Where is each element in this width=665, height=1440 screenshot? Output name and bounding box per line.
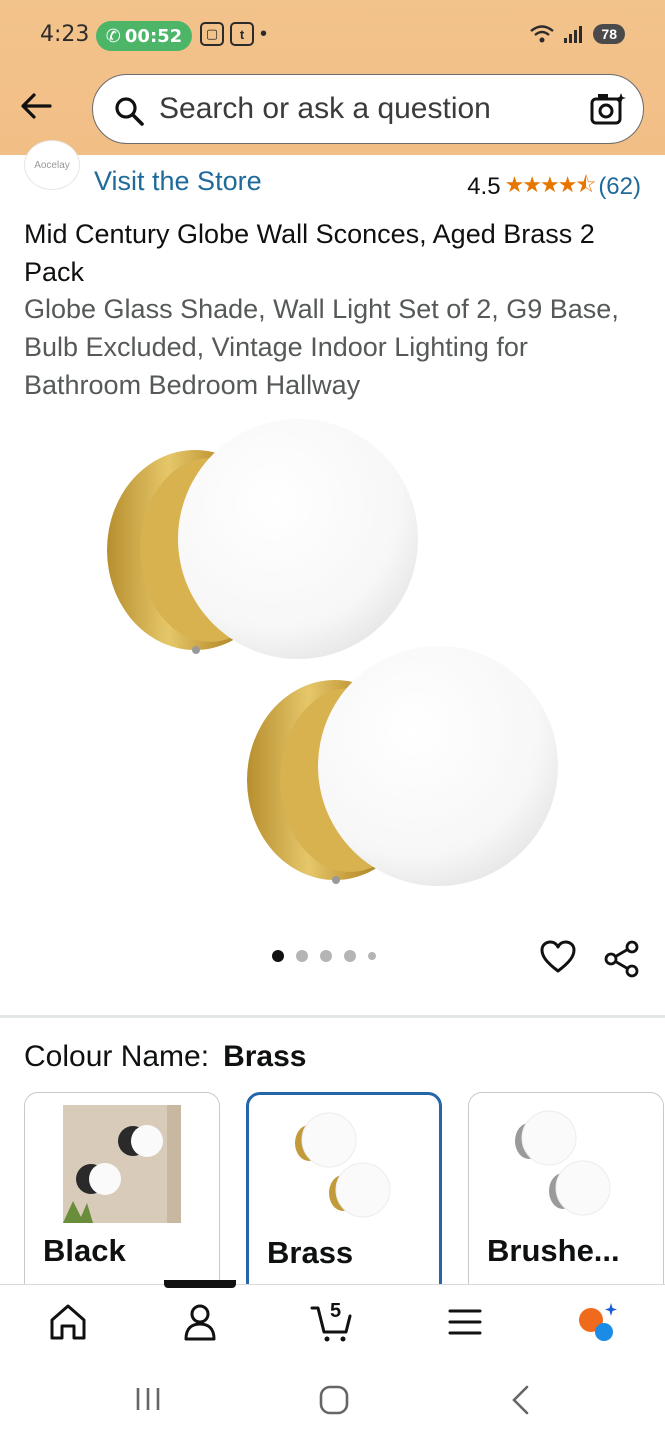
app-notification-icon: t xyxy=(230,22,254,46)
status-bar: 4:23 ✆ 00:52 ▢ t • 78 xyxy=(0,0,665,70)
status-time: 4:23 xyxy=(40,22,90,47)
star-rating-icon: ★★★★⯪ xyxy=(504,172,597,197)
camera-search-icon[interactable] xyxy=(589,91,627,127)
wishlist-heart-icon[interactable] xyxy=(540,940,576,974)
system-back-icon[interactable] xyxy=(508,1384,532,1416)
colour-label: Colour Name: xyxy=(24,1040,210,1073)
search-input[interactable] xyxy=(159,89,579,129)
call-timer-pill[interactable]: ✆ 00:52 xyxy=(96,21,192,51)
product-image[interactable] xyxy=(100,410,570,900)
share-icon[interactable] xyxy=(604,940,640,978)
section-divider xyxy=(0,1015,665,1018)
recent-apps-icon[interactable] xyxy=(134,1384,162,1414)
colour-option-label: Brass xyxy=(267,1235,354,1270)
tab-active-indicator xyxy=(164,1280,236,1288)
system-indicators: 78 xyxy=(529,24,625,44)
search-icon xyxy=(115,97,144,126)
call-timer: 00:52 xyxy=(124,25,183,47)
notification-icons: ▢ t • xyxy=(200,22,267,46)
rating-value: 4.5 xyxy=(467,173,501,200)
colour-option-brushed[interactable]: Brushe... xyxy=(468,1092,664,1302)
screenshot-icon: ▢ xyxy=(200,22,224,46)
more-dot-icon: • xyxy=(260,22,268,45)
home-icon[interactable] xyxy=(46,1300,90,1344)
colour-option-label: Black xyxy=(43,1233,126,1268)
product-title: Mid Century Globe Wall Sconces, Aged Bra… xyxy=(24,219,595,287)
rating-summary[interactable]: 4.5 ★★★★⯪ (62) xyxy=(467,168,641,206)
brushed-variant-thumbnail xyxy=(515,1110,611,1216)
phone-icon: ✆ xyxy=(105,25,121,47)
colour-option-brass[interactable]: Brass xyxy=(246,1092,442,1302)
colour-selected-value: Brass xyxy=(223,1040,307,1073)
visit-store-link[interactable]: Visit the Store xyxy=(94,166,262,197)
menu-icon[interactable] xyxy=(443,1300,487,1344)
home-button-icon[interactable] xyxy=(318,1384,350,1416)
carousel-dot[interactable] xyxy=(320,950,332,962)
signal-icon xyxy=(564,26,583,43)
brass-variant-thumbnail xyxy=(295,1112,391,1218)
colour-name-row: Colour Name: Brass xyxy=(24,1040,306,1074)
product-subtitle: Globe Glass Shade, Wall Light Set of 2, … xyxy=(24,294,619,400)
image-carousel-dots[interactable] xyxy=(272,950,376,962)
carousel-dot[interactable] xyxy=(344,950,356,962)
wifi-icon xyxy=(530,25,555,43)
black-variant-thumbnail xyxy=(63,1105,181,1223)
back-arrow-icon[interactable] xyxy=(18,88,54,124)
carousel-dot[interactable] xyxy=(296,950,308,962)
brand-logo[interactable]: Aocelay xyxy=(24,140,80,190)
cart-tab[interactable]: 5 xyxy=(310,1300,354,1344)
search-bar[interactable] xyxy=(92,74,644,144)
header-bar: 4:23 ✆ 00:52 ▢ t • 78 xyxy=(0,0,665,155)
account-icon[interactable] xyxy=(178,1300,222,1344)
carousel-dot[interactable] xyxy=(368,952,376,960)
cart-count-badge: 5 xyxy=(330,1300,342,1322)
carousel-dot[interactable] xyxy=(272,950,284,962)
colour-option-label: Brushe... xyxy=(487,1233,620,1268)
rating-count: (62) xyxy=(598,173,641,200)
rufus-assistant-icon[interactable] xyxy=(576,1300,620,1344)
colour-option-black[interactable]: Black xyxy=(24,1092,220,1302)
battery-level: 78 xyxy=(593,24,625,44)
